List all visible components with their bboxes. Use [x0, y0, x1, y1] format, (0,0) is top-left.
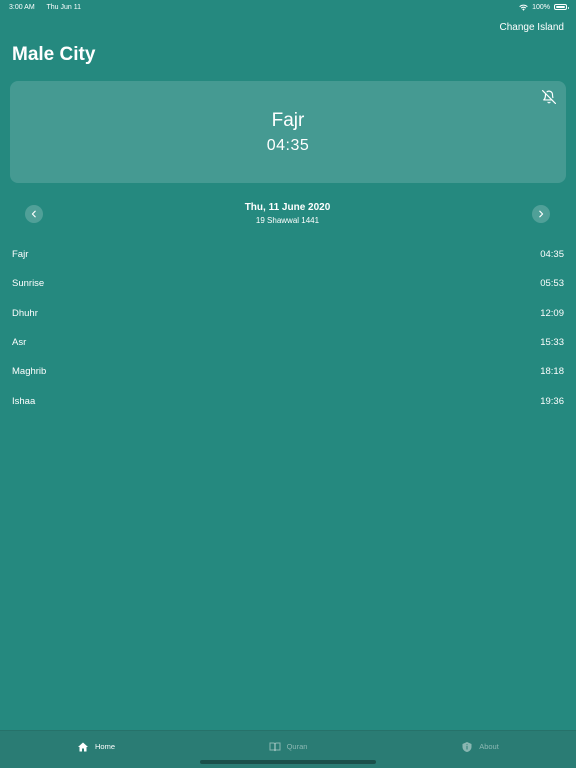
prayer-time: 12:09 [540, 307, 564, 319]
tab-label: About [479, 742, 499, 751]
prayer-name: Maghrib [12, 366, 47, 378]
prayer-name: Ishaa [12, 395, 36, 407]
next-prayer-card: Fajr 04:35 [10, 81, 566, 183]
prayer-time: 18:18 [540, 366, 564, 378]
gregorian-date: Thu, 11 June 2020 [244, 202, 331, 213]
prayer-row-dhuhr: Dhuhr 12:09 [12, 299, 564, 328]
change-island-button[interactable]: Change Island [500, 22, 565, 33]
chevron-right-icon [539, 210, 544, 218]
prayer-time: 19:36 [540, 395, 564, 407]
prayer-name: Asr [12, 337, 27, 349]
battery-percent: 100% [532, 3, 550, 11]
prayer-row-ishaa: Ishaa 19:36 [12, 386, 564, 415]
prayer-name: Sunrise [12, 278, 45, 290]
prayer-time: 04:35 [540, 249, 564, 261]
tab-home[interactable]: Home [0, 731, 192, 768]
page-title: Male City [12, 44, 96, 65]
house-icon [77, 742, 88, 751]
battery-icon [554, 4, 569, 10]
status-right: 100% [519, 3, 569, 11]
home-indicator [200, 760, 376, 764]
next-prayer-name: Fajr [271, 110, 305, 131]
prayer-name: Dhuhr [12, 307, 38, 319]
tab-about[interactable]: About [384, 731, 576, 768]
info-icon [462, 741, 472, 752]
prayer-times-list: Fajr 04:35 Sunrise 05:53 Dhuhr 12:09 Asr… [12, 240, 564, 416]
prayer-row-maghrib: Maghrib 18:18 [12, 357, 564, 386]
bell-off-icon[interactable] [542, 90, 556, 104]
tab-label: Quran [286, 742, 308, 751]
status-time: 3:00 AM [9, 3, 35, 11]
book-icon [269, 742, 281, 751]
prayer-time: 05:53 [540, 278, 564, 290]
status-left: 3:00 AM Thu Jun 11 [9, 4, 91, 11]
next-day-button[interactable] [532, 205, 550, 223]
date-navigator: Thu, 11 June 2020 19 Shawwal 1441 [25, 200, 550, 228]
status-date: Thu Jun 11 [46, 3, 82, 11]
status-bar: 3:00 AM Thu Jun 11 100% [0, 0, 576, 14]
prayer-row-asr: Asr 15:33 [12, 328, 564, 357]
prayer-time: 15:33 [540, 337, 564, 349]
hijri-date: 19 Shawwal 1441 [255, 216, 320, 225]
prayer-row-fajr: Fajr 04:35 [12, 240, 564, 269]
prayer-row-sunrise: Sunrise 05:53 [12, 269, 564, 298]
next-prayer-time: 04:35 [266, 137, 310, 154]
wifi-icon [519, 4, 528, 11]
tab-label: Home [94, 742, 115, 751]
prayer-name: Fajr [12, 249, 29, 261]
